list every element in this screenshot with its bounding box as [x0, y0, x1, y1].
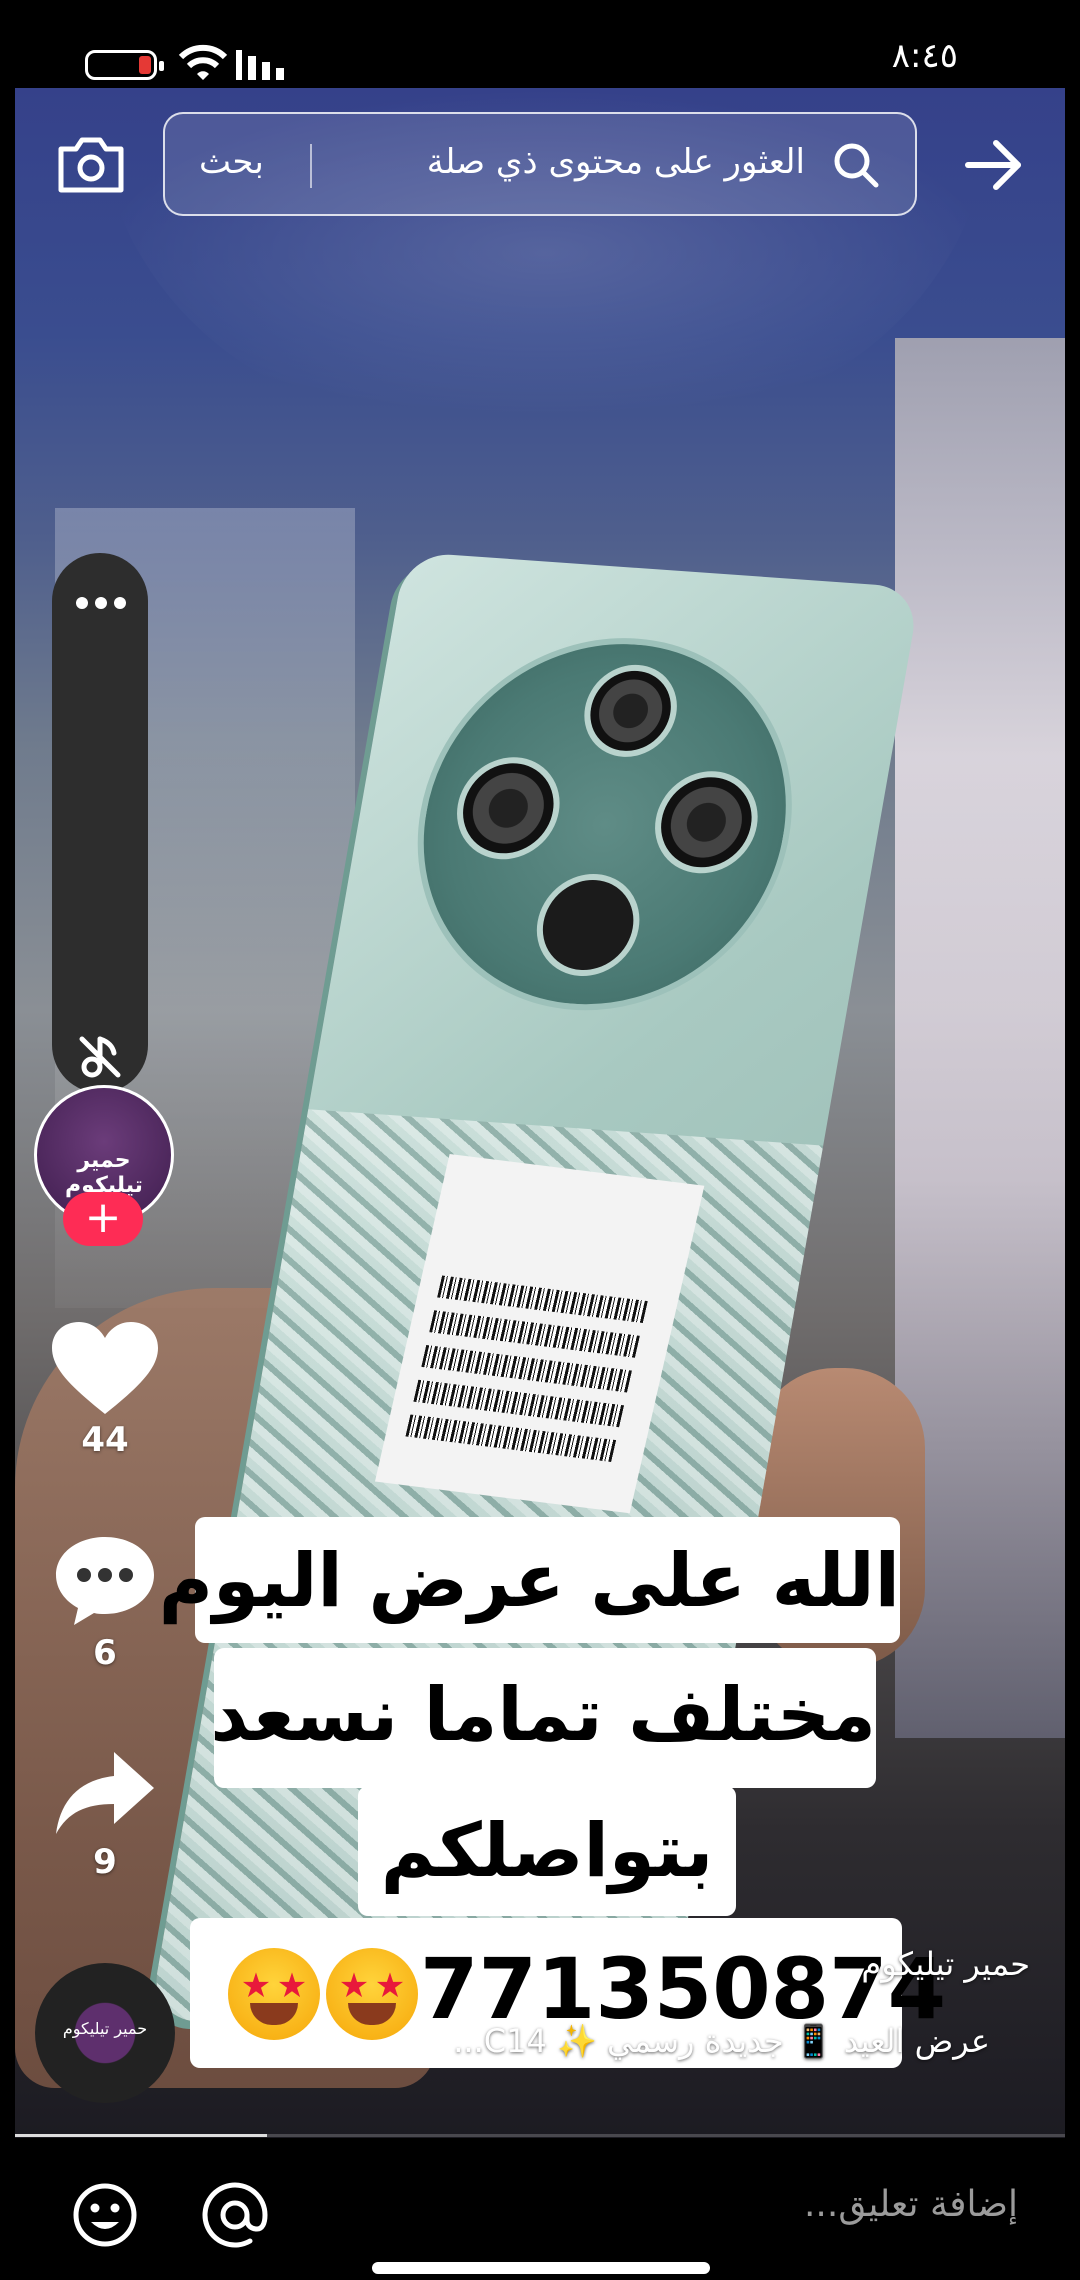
heart-icon [52, 1322, 158, 1414]
wifi-icon [178, 44, 228, 80]
video-description[interactable]: عرض العيد 📱 جديدة رسمي ✨ C14... [453, 2022, 990, 2060]
at-icon[interactable] [200, 2180, 270, 2250]
divider [310, 144, 312, 188]
search-input[interactable]: العثور على محتوى ذي صلة [427, 142, 805, 182]
caption-line: الله على عرض اليوم [158, 1538, 900, 1624]
tiktok-video-page: ٨:٤٥ بحث العثور على محتوى ذي صلة حمير تي… [0, 0, 1080, 2280]
battery-level-fill [139, 56, 151, 74]
battery-icon [85, 50, 164, 80]
more-dots-icon[interactable] [74, 593, 128, 613]
video-progress-bar[interactable] [15, 2134, 1065, 2137]
share-button[interactable]: 9 [40, 1748, 170, 1882]
search-button[interactable]: بحث [199, 142, 264, 182]
music-disc[interactable]: حمير تيليكوم [35, 1963, 175, 2103]
search-bar[interactable]: بحث العثور على محتوى ذي صلة [163, 112, 917, 216]
status-time: ٨:٤٥ [891, 36, 958, 76]
comment-bar: إضافة تعليق... [0, 2140, 1080, 2280]
like-button[interactable]: 44 [40, 1320, 170, 1460]
music-disc-label: حمير تيليكوم [62, 2019, 148, 2038]
avatar-label: حمير تيليكوم [65, 1148, 143, 1198]
star-struck-emoji-icon: ★ ★ [326, 1948, 418, 2040]
share-count: 9 [93, 1842, 117, 1882]
comment-count: 6 [93, 1633, 117, 1673]
floating-controls [52, 553, 148, 1093]
signal-icon [236, 50, 284, 80]
like-count: 44 [81, 1420, 129, 1460]
comment-icon [56, 1537, 154, 1625]
arrow-right-icon[interactable] [964, 137, 1024, 193]
emoji-icon[interactable] [72, 2182, 138, 2248]
comment-input[interactable]: إضافة تعليق... [804, 2184, 1018, 2225]
search-icon [834, 143, 879, 188]
mute-icon[interactable] [76, 1033, 124, 1081]
home-indicator[interactable] [372, 2262, 710, 2274]
share-icon [56, 1752, 154, 1834]
camera-icon[interactable] [56, 135, 126, 195]
star-struck-emoji-icon: ★ ★ [228, 1948, 320, 2040]
status-bar: ٨:٤٥ [0, 0, 1080, 88]
comment-button[interactable]: 6 [40, 1533, 170, 1673]
follow-button[interactable]: + [63, 1192, 143, 1246]
video-progress-fill [15, 2134, 267, 2137]
video-author-name[interactable]: حمير تيليكوم [861, 1945, 1030, 1983]
caption-line: مختلف تماما نسعد [210, 1672, 876, 1758]
caption-line: بتواصلكم [380, 1808, 714, 1894]
phone-camera-module [388, 625, 822, 1023]
